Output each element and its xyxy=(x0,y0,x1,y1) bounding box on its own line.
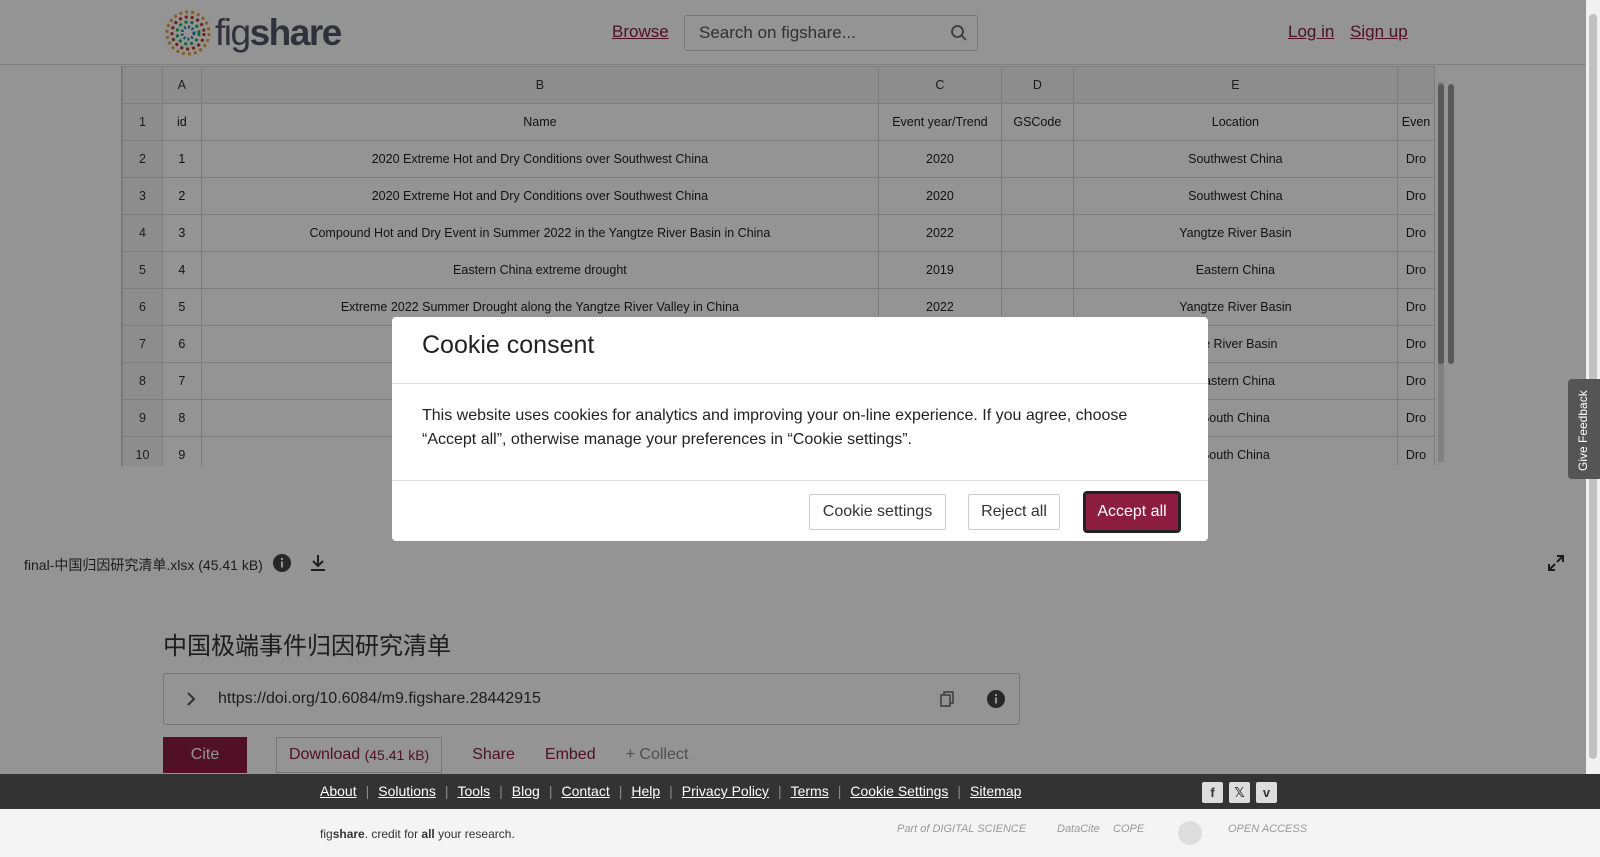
cope-logo[interactable]: COPE xyxy=(1113,823,1144,835)
x-twitter-icon[interactable]: 𝕏 xyxy=(1229,782,1250,803)
footer-links: About | Solutions | Tools | Blog | Contact | … xyxy=(320,783,1021,799)
dialog-body: This website uses cookies for analytics … xyxy=(422,407,1128,448)
footer-link-tools[interactable]: Tools xyxy=(457,783,490,799)
digital-science-logo[interactable]: Part of DIGITAL SCIENCE xyxy=(897,823,1026,835)
give-feedback-tab[interactable]: Give Feedback xyxy=(1568,379,1600,479)
footer-bottom: figshare. credit for all your research. … xyxy=(0,809,1600,857)
partner-seal-icon[interactable] xyxy=(1178,821,1202,845)
footer-link-help[interactable]: Help xyxy=(631,783,660,799)
modal-backdrop: Cookie consent This website uses cookies… xyxy=(0,0,1586,774)
separator: | xyxy=(499,783,503,799)
accept-all-button[interactable]: Accept all xyxy=(1083,491,1181,533)
footer-link-solutions[interactable]: Solutions xyxy=(378,783,436,799)
separator: | xyxy=(957,783,962,799)
separator: | xyxy=(548,783,553,799)
feedback-label: Give Feedback xyxy=(1576,390,1590,471)
footer-link-blog[interactable]: Blog xyxy=(512,783,540,799)
open-access-logo[interactable]: OPEN ACCESS xyxy=(1228,823,1307,835)
footer-link-cookie-settings[interactable]: Cookie Settings xyxy=(850,783,948,799)
footer-link-terms[interactable]: Terms xyxy=(791,783,829,799)
separator: | xyxy=(837,783,842,799)
footer-link-privacy[interactable]: Privacy Policy xyxy=(682,783,769,799)
facebook-icon[interactable]: f xyxy=(1202,782,1223,803)
reject-all-button[interactable]: Reject all xyxy=(968,494,1060,530)
divider xyxy=(392,383,1208,384)
divider xyxy=(392,480,1208,481)
cookie-settings-button[interactable]: Cookie settings xyxy=(809,494,946,530)
separator: | xyxy=(444,783,449,799)
footer-link-contact[interactable]: Contact xyxy=(561,783,609,799)
vimeo-icon[interactable]: v xyxy=(1256,782,1277,803)
footer-tagline: figshare. credit for all your research. xyxy=(320,827,515,841)
footer-nav: About | Solutions | Tools | Blog | Contact | … xyxy=(0,774,1600,809)
separator: | xyxy=(618,783,623,799)
separator: | xyxy=(669,783,673,799)
footer-link-about[interactable]: About xyxy=(320,783,357,799)
cookie-consent-dialog: Cookie consent This website uses cookies… xyxy=(392,317,1208,541)
separator: | xyxy=(777,783,782,799)
social-links: f 𝕏 v xyxy=(1202,782,1277,803)
dialog-title: Cookie consent xyxy=(422,331,595,359)
separator: | xyxy=(365,783,370,799)
datacite-logo[interactable]: DataCite xyxy=(1057,823,1100,835)
footer-link-sitemap[interactable]: Sitemap xyxy=(970,783,1021,799)
